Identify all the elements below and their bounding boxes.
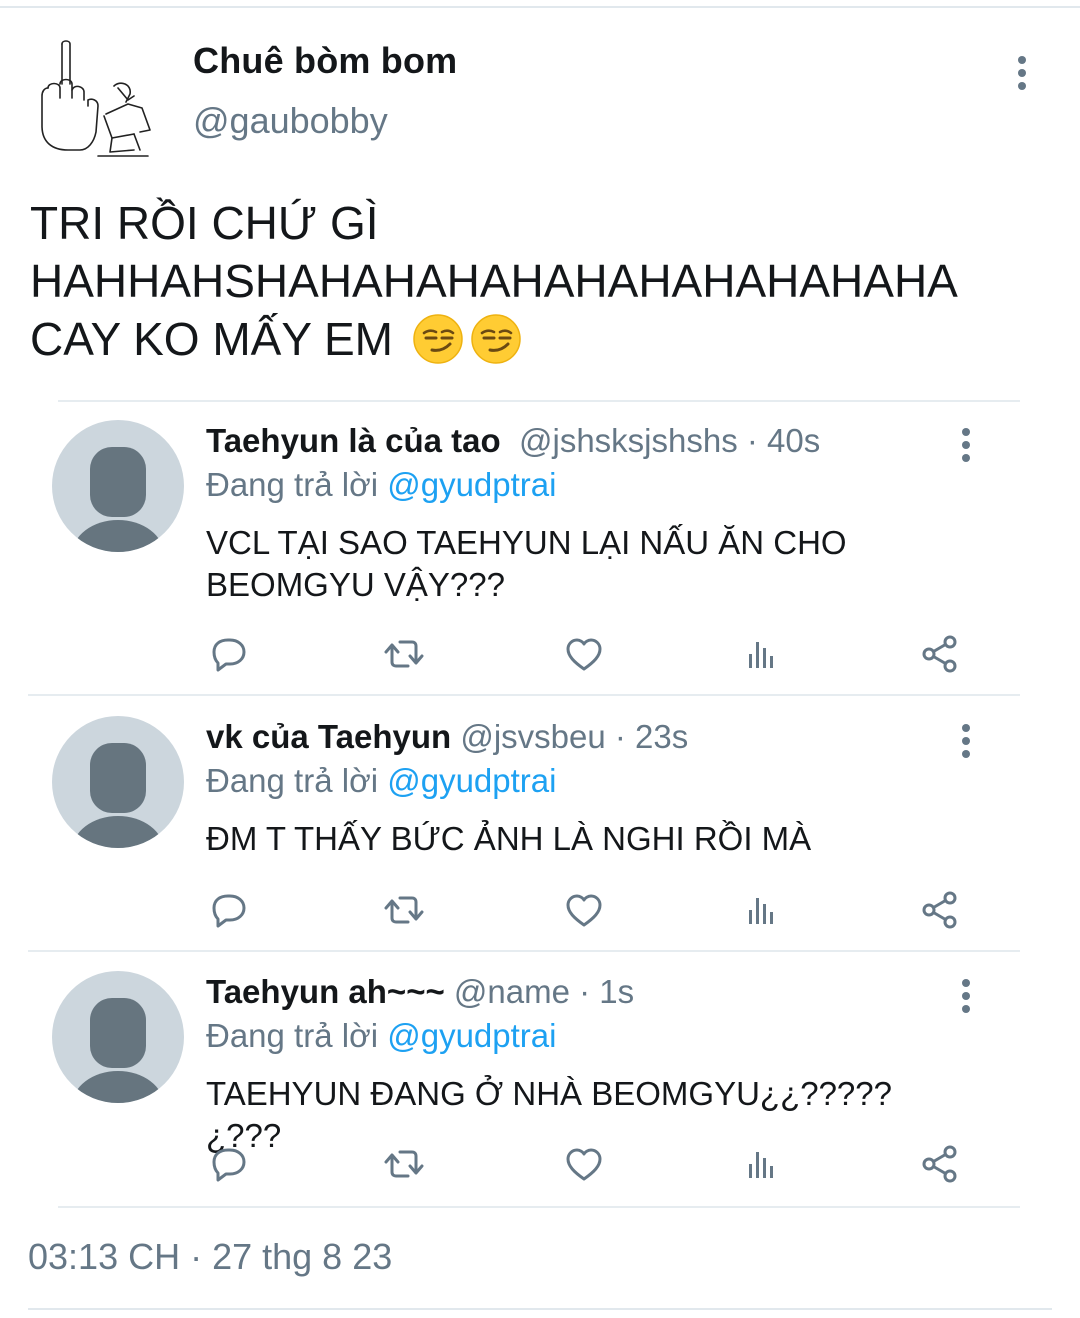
reply-text: ĐM T THẤY BỨC ẢNH LÀ NGHI RỒI MÀ — [206, 820, 812, 857]
mention-link[interactable]: @gyudptrai — [387, 1017, 556, 1054]
stats-icon[interactable] — [740, 888, 784, 932]
reply-name[interactable]: vk của Taehyun — [206, 718, 451, 755]
more-vertical-icon[interactable] — [954, 428, 978, 468]
replying-to: Đang trả lời @gyudptrai — [206, 762, 556, 800]
more-vertical-icon[interactable] — [954, 724, 978, 764]
reply-name[interactable]: Taehyun ah~~~ — [206, 973, 445, 1010]
reply-icon[interactable] — [206, 632, 250, 676]
more-vertical-icon[interactable] — [954, 979, 978, 1019]
replying-to-label: Đang trả lời — [206, 762, 379, 799]
reply-name[interactable]: Taehyun là của tao — [206, 422, 501, 459]
reply-icon[interactable] — [206, 888, 250, 932]
action-bar — [206, 888, 966, 932]
divider — [58, 1206, 1020, 1208]
reply-meta: @jsvsbeu · 23s — [460, 718, 689, 755]
author-name[interactable]: Chuê bòm bom — [193, 40, 457, 82]
reply-header: vk của Taehyun @jsvsbeu · 23s — [206, 718, 688, 756]
reply-meta: @jshsksjshshs · 40s — [518, 422, 821, 459]
tweet-text-line-words: CAY KO MẤY EM — [30, 313, 393, 365]
tweet-text-line: CAY KO MẤY EM — [30, 310, 1060, 368]
reply-text: VCL TẠI SAO TAEHYUN LẠI NẤU ĂN CHO BEOMG… — [206, 524, 847, 603]
author-handle[interactable]: @gaubobby — [193, 100, 388, 142]
stats-icon[interactable] — [740, 1142, 784, 1186]
bottom-divider — [28, 1308, 1052, 1310]
replying-to: Đang trả lời @gyudptrai — [206, 466, 556, 504]
embedded-replies: Taehyun là của tao @jshsksjshshs · 40s Đ… — [28, 400, 1020, 1210]
default-avatar[interactable] — [52, 420, 184, 552]
replying-to-label: Đang trả lời — [206, 466, 379, 503]
heart-icon[interactable] — [562, 632, 606, 676]
action-bar — [206, 1142, 966, 1186]
more-vertical-icon[interactable] — [1002, 56, 1042, 100]
mention-link[interactable]: @gyudptrai — [387, 466, 556, 503]
author-avatar[interactable] — [34, 36, 164, 162]
share-icon[interactable] — [918, 632, 962, 676]
reply-item[interactable]: Taehyun là của tao @jshsksjshshs · 40s Đ… — [28, 400, 1020, 656]
top-divider — [0, 6, 1080, 8]
retweet-icon[interactable] — [382, 1142, 426, 1186]
reply-header: Taehyun ah~~~ @name · 1s — [206, 973, 634, 1011]
share-icon[interactable] — [918, 1142, 962, 1186]
tweet-text: TRI RỒI CHỨ GÌ HAHHAHSHAHAHAHAHAHAHAHAHA… — [30, 194, 1060, 368]
reply-header: Taehyun là của tao @jshsksjshshs · 40s — [206, 422, 820, 460]
mention-link[interactable]: @gyudptrai — [387, 762, 556, 799]
default-avatar[interactable] — [52, 971, 184, 1103]
default-avatar[interactable] — [52, 716, 184, 848]
tweet-text-line: TRI RỒI CHỨ GÌ — [30, 197, 379, 249]
heart-icon[interactable] — [562, 888, 606, 932]
action-bar — [206, 632, 966, 676]
tweet-timestamp[interactable]: 03:13 CH · 27 thg 8 23 — [28, 1236, 392, 1278]
smirking-face-icon — [412, 313, 464, 365]
retweet-icon[interactable] — [382, 632, 426, 676]
stats-icon[interactable] — [740, 632, 784, 676]
tweet-text-line: HAHHAHSHAHAHAHAHAHAHAHAHAHAHA — [30, 255, 958, 307]
reply-meta: @name · 1s — [453, 973, 635, 1010]
replying-to: Đang trả lời @gyudptrai — [206, 1017, 556, 1055]
share-icon[interactable] — [918, 888, 962, 932]
reply-icon[interactable] — [206, 1142, 250, 1186]
retweet-icon[interactable] — [382, 888, 426, 932]
smirking-face-icon — [470, 313, 522, 365]
replying-to-label: Đang trả lời — [206, 1017, 379, 1054]
heart-icon[interactable] — [562, 1142, 606, 1186]
